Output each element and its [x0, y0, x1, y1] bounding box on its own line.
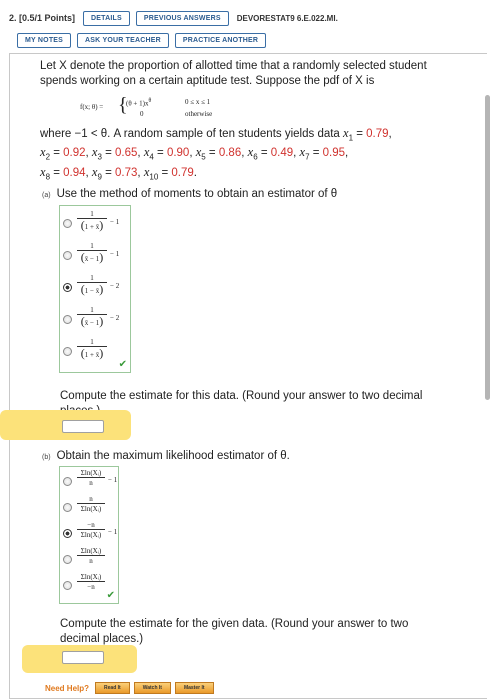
radio-button-selected[interactable] [63, 283, 72, 292]
part-a-option-2[interactable]: 1 (x̄ − 1) − 1 [60, 240, 130, 270]
master-it-button[interactable]: Master It [174, 682, 214, 694]
part-b-option-2[interactable]: n Σln(Xᵢ) [60, 494, 118, 520]
practice-another-button[interactable]: PRACTICE ANOTHER [174, 33, 267, 48]
question-number: 2. [0.5/1 Points] [9, 13, 76, 23]
tools-row: MY NOTES ASK YOUR TEACHER PRACTICE ANOTH… [17, 33, 272, 48]
radio-button[interactable] [63, 347, 72, 356]
radio-button[interactable] [63, 477, 72, 486]
radio-button[interactable] [63, 503, 72, 512]
details-button[interactable]: DETAILS [83, 10, 130, 26]
part-b-option-1[interactable]: Σln(Xᵢ) n − 1 [60, 468, 118, 494]
radio-button-selected[interactable] [63, 529, 72, 538]
part-a-question: (a) Use the method of moments to obtain a… [42, 188, 338, 200]
problem-intro: Let X denote the proportion of allotted … [40, 60, 427, 87]
radio-button[interactable] [63, 555, 72, 564]
previous-answers-button[interactable]: PREVIOUS ANSWERS [135, 10, 229, 26]
watch-it-button[interactable]: Watch It [133, 682, 171, 694]
radio-button[interactable] [63, 581, 72, 590]
part-b-compute: Compute the estimate for the given data.… [60, 618, 409, 645]
part-b-option-4[interactable]: Σln(Xᵢ) n [60, 546, 118, 572]
part-a-choices: 1 (1 + x̄) − 1 1 (x̄ − 1) − 1 1 (1 − x̄) − … [59, 205, 131, 373]
part-b-option-3[interactable]: −n Σln(Xᵢ) − 1 [60, 520, 118, 546]
radio-button[interactable] [63, 251, 72, 260]
part-a-option-1[interactable]: 1 (1 + x̄) − 1 [60, 208, 130, 238]
sample-data: where −1 < θ. A random sample of ten stu… [40, 126, 392, 181]
radio-button[interactable] [63, 315, 72, 324]
part-a-option-3[interactable]: 1 (1 − x̄) − 2 [60, 272, 130, 302]
need-help-bar: Need Help? Read It Watch It Master It [45, 682, 218, 694]
part-a-option-4[interactable]: 1 (x̄ − 1) − 2 [60, 304, 130, 334]
part-b-question: (b) Obtain the maximum likelihood estimat… [42, 450, 290, 462]
checkmark-icon: ✔ [118, 359, 127, 370]
need-help-label: Need Help? [45, 683, 90, 693]
radio-button[interactable] [63, 219, 72, 228]
scrollbar[interactable] [485, 95, 490, 400]
question-id: DEVORESTAT9 6.E.022.MI. [236, 13, 338, 23]
part-a-answer-input[interactable] [62, 420, 104, 433]
my-notes-button[interactable]: MY NOTES [17, 33, 72, 48]
read-it-button[interactable]: Read It [95, 682, 130, 694]
question-header: 2. [0.5/1 Points] DETAILS PREVIOUS ANSWE… [9, 9, 338, 27]
part-b-answer-input[interactable] [62, 651, 104, 664]
ask-teacher-button[interactable]: ASK YOUR TEACHER [77, 33, 169, 48]
checkmark-icon: ✔ [106, 590, 115, 601]
part-b-choices: Σln(Xᵢ) n − 1 n Σln(Xᵢ) −n Σln(Xᵢ) − 1 Σln(… [59, 466, 119, 604]
